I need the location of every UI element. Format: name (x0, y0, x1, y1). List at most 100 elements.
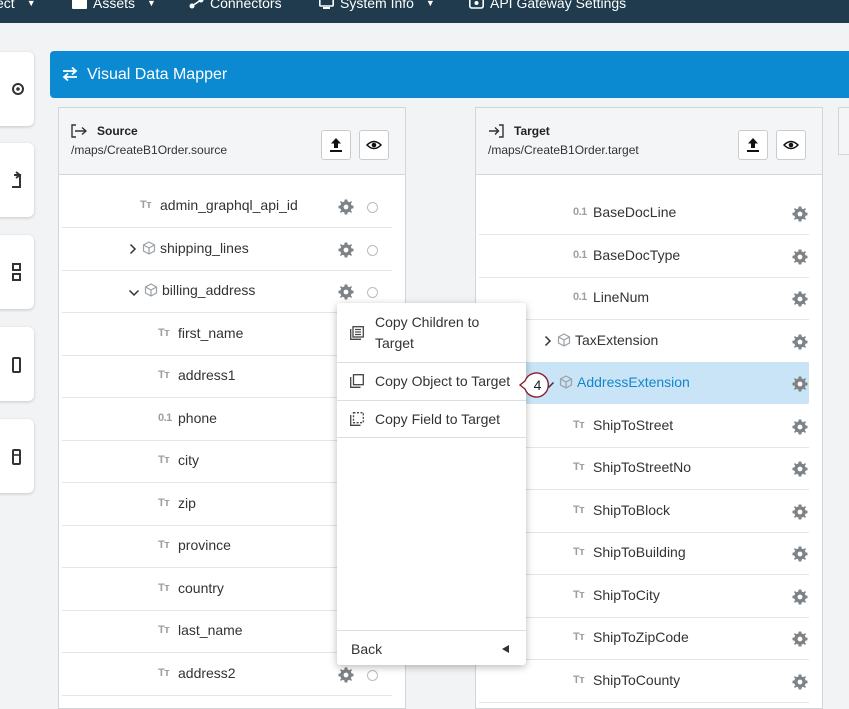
text-type-icon: Tт (573, 588, 585, 601)
tree-row[interactable]: TaxExtension (479, 320, 809, 363)
tree-node-label: last_name (178, 622, 243, 638)
number-type-icon: 0.1 (573, 248, 587, 261)
map-radio[interactable] (367, 669, 378, 681)
visual-data-mapper-header: Visual Data Mapper (50, 51, 849, 98)
tree-row[interactable]: Tт ShipToZipCode (479, 617, 809, 660)
gear-icon[interactable] (792, 461, 808, 477)
nav-assets[interactable]: Assets ▼ (72, 0, 156, 13)
tree-row[interactable]: Tт ShipToStreetNo (479, 447, 809, 490)
page-title: Visual Data Mapper (87, 66, 228, 83)
tree-node: AddressExtension (543, 374, 690, 390)
rail-item-settings[interactable] (0, 52, 34, 126)
text-type-icon: Tт (158, 454, 170, 466)
menu-back[interactable]: Back (337, 630, 526, 666)
target-title: Target (514, 124, 550, 138)
target-tree: 0.1 BaseDocLine 0.1 BaseDocType 0.1 LineNum Ta… (476, 175, 822, 708)
tree-row[interactable]: Tт ShipToCity (479, 575, 809, 618)
tree-node: Tт province (158, 537, 231, 553)
object-type-icon (144, 283, 158, 297)
gear-icon[interactable] (792, 249, 808, 265)
tree-node: Tт address2 (158, 665, 236, 681)
text-type-icon: Tт (573, 631, 585, 643)
mapping-panel-edge (838, 107, 849, 155)
chevron-right-icon[interactable] (128, 242, 138, 254)
source-icon (71, 124, 87, 138)
target-icon (489, 124, 504, 138)
gear-icon[interactable] (792, 206, 808, 222)
menu-copy-children[interactable]: Copy Children to Target (337, 303, 526, 363)
gear-icon[interactable] (338, 199, 354, 215)
text-type-icon: Tт (158, 581, 170, 594)
tree-node-label: ShipToCity (593, 586, 660, 603)
nav-project-label: ect (0, 0, 15, 11)
rail-item-export[interactable] (0, 143, 34, 217)
menu-copy-object[interactable]: Copy Object to Target (337, 363, 526, 401)
calendar-icon (12, 449, 21, 465)
gear-icon[interactable] (338, 667, 354, 683)
tree-row[interactable]: Tт ShipToCounty (479, 660, 809, 703)
gear-icon[interactable] (792, 674, 808, 690)
tree-row[interactable]: shipping_lines (62, 228, 392, 271)
tree-node-label: address1 (178, 367, 236, 383)
gear-icon[interactable] (792, 334, 808, 350)
gear-icon[interactable] (792, 291, 808, 307)
menu-copy-field[interactable]: Copy Field to Target (337, 401, 526, 438)
source-upload-button[interactable] (321, 130, 351, 160)
tree-row[interactable]: Tт ShipToBuilding (479, 532, 809, 575)
text-type-icon: Tт (158, 624, 170, 636)
target-preview-button[interactable] (776, 130, 806, 160)
gear-icon[interactable] (338, 242, 354, 258)
assets-icon (72, 0, 87, 9)
source-path: /maps/CreateB1Order.source (71, 143, 228, 157)
map-radio[interactable] (367, 287, 378, 298)
source-preview-button[interactable] (359, 130, 389, 160)
menu-copy-field-label: Copy Field to Target (375, 411, 501, 427)
gear-icon[interactable] (792, 631, 808, 647)
rail-item-clipboard[interactable] (0, 327, 34, 401)
tree-node: Tт address1 (158, 367, 236, 383)
tree-node-label: city (178, 452, 199, 468)
gear-icon[interactable] (792, 376, 808, 392)
nav-api-gateway-label: API Gateway Settings (490, 0, 627, 11)
gear-icon[interactable] (792, 504, 808, 520)
source-panel-header: Source /maps/CreateB1Order.source (59, 108, 405, 175)
target-upload-button[interactable] (738, 130, 768, 160)
chevron-down-icon[interactable] (128, 285, 140, 297)
nav-api-gateway[interactable]: API Gateway Settings (469, 0, 626, 13)
copy-children-icon (350, 326, 364, 340)
number-type-icon: 0.1 (573, 206, 587, 218)
rail-item-calendar[interactable] (0, 419, 34, 493)
tree-row[interactable]: Tт admin_graphql_api_id (62, 185, 392, 228)
tree-node-label: ShipToCounty (593, 671, 681, 688)
tree-row[interactable]: 0.1 BaseDocLine (479, 192, 809, 235)
tree-node-label: zip (178, 494, 196, 511)
nav-connectors-label: Connectors (210, 0, 282, 11)
gear-icon[interactable] (792, 419, 808, 435)
gear-icon[interactable] (792, 589, 808, 605)
chevron-down-icon: ▼ (425, 0, 435, 8)
upload-icon (330, 138, 342, 152)
tree-row[interactable]: 0.1 BaseDocType (479, 235, 809, 278)
tree-row[interactable]: 0.1 LineNum (479, 277, 809, 320)
step-badge-number: 4 (533, 377, 542, 393)
tree-node: Tт ShipToCity (573, 587, 660, 603)
nav-system-info[interactable]: System Info ▼ (319, 0, 435, 13)
tree-node-label: ShipToBlock (593, 501, 671, 518)
text-type-icon: Tт (158, 496, 170, 509)
tree-row[interactable]: Tт ShipToStreet (479, 405, 809, 448)
nav-project[interactable]: ect ▼ (0, 0, 36, 13)
swap-arrows-icon (62, 66, 78, 82)
target-path: /maps/CreateB1Order.target (488, 143, 639, 157)
tree-node-label: country (178, 579, 224, 596)
nav-connectors[interactable]: Connectors (189, 0, 282, 13)
rail-item-hierarchy[interactable] (0, 235, 34, 309)
map-radio[interactable] (367, 244, 378, 256)
gear-icon[interactable] (338, 284, 354, 300)
map-radio[interactable] (367, 202, 378, 213)
gear-icon[interactable] (792, 546, 808, 562)
tree-row[interactable]: Tт ShipToBlock (479, 490, 809, 533)
chevron-right-icon[interactable] (543, 334, 553, 346)
tree-node-label: province (178, 537, 231, 553)
text-type-icon: Tт (140, 199, 152, 211)
text-type-icon: Tт (573, 546, 585, 558)
